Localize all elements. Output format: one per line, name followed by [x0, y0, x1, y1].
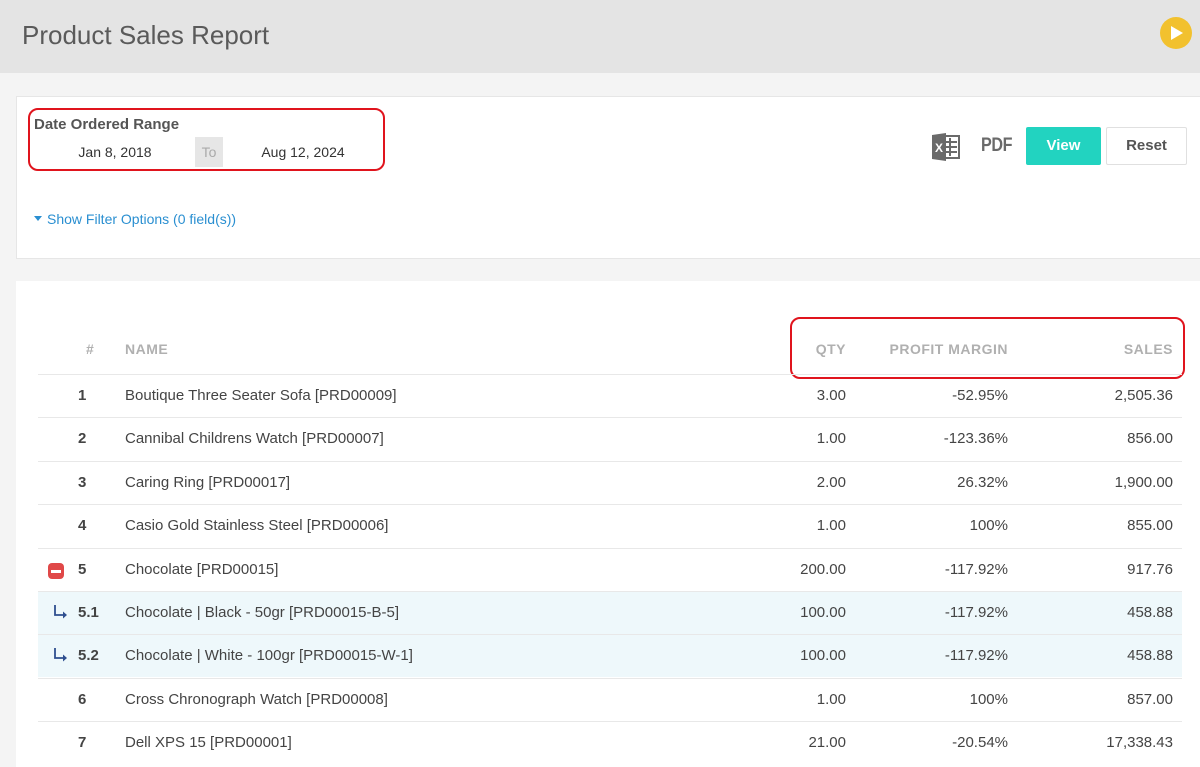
product-profit-margin: -117.92%	[944, 647, 1008, 664]
column-header-sales[interactable]: SALES	[1040, 341, 1173, 357]
table-row: 2 Cannibal Childrens Watch [PRD00007] 1.…	[38, 417, 1182, 460]
product-qty: 1.00	[816, 517, 846, 534]
row-number: 5.1	[78, 604, 99, 621]
product-qty: 100.00	[800, 604, 846, 621]
column-header-name[interactable]: NAME	[125, 341, 168, 357]
pdf-export-button[interactable]: PDF	[981, 135, 1012, 157]
product-profit-margin: -52.95%	[952, 387, 1008, 404]
table-row-variant: 5.2 Chocolate | White - 100gr [PRD00015-…	[38, 634, 1182, 677]
product-qty: 2.00	[816, 474, 846, 491]
row-number: 5.2	[78, 647, 99, 664]
product-qty: 1.00	[816, 430, 846, 447]
product-sales: 17,338.43	[1106, 734, 1173, 751]
table-row: 4 Casio Gold Stainless Steel [PRD00006] …	[38, 504, 1182, 547]
column-header-profit-margin[interactable]: PROFIT MARGIN	[860, 341, 1008, 357]
caret-down-icon	[34, 215, 42, 221]
product-profit-margin: 100%	[969, 691, 1008, 708]
reset-button[interactable]: Reset	[1106, 127, 1187, 165]
excel-icon[interactable]: X	[931, 133, 961, 161]
date-to-separator: To	[195, 137, 223, 167]
sub-item-arrow-icon	[54, 605, 67, 619]
show-filter-options-label: Show Filter Options (0 field(s))	[47, 211, 237, 227]
date-to-field[interactable]: Aug 12, 2024	[228, 137, 378, 167]
table-row: 3 Caring Ring [PRD00017] 2.00 26.32% 1,9…	[38, 461, 1182, 504]
product-profit-margin: 100%	[969, 517, 1008, 534]
product-profit-margin: -20.54%	[952, 734, 1008, 751]
product-qty: 200.00	[800, 561, 846, 578]
product-qty: 1.00	[816, 691, 846, 708]
row-number: 1	[78, 387, 87, 404]
table-row-expanded: 5 Chocolate [PRD00015] 200.00 -117.92% 9…	[38, 548, 1182, 591]
row-number: 2	[78, 430, 87, 447]
product-name: Casio Gold Stainless Steel [PRD00006]	[125, 517, 389, 534]
table-row: 6 Cross Chronograph Watch [PRD00008] 1.0…	[38, 678, 1182, 721]
product-name: Chocolate | White - 100gr [PRD00015-W-1]	[125, 647, 413, 664]
product-name: Caring Ring [PRD00017]	[125, 474, 291, 491]
product-sales: 857.00	[1127, 691, 1173, 708]
product-profit-margin: 26.32%	[957, 474, 1008, 491]
collapse-row-icon[interactable]	[48, 563, 64, 579]
product-name: Boutique Three Seater Sofa [PRD00009]	[125, 387, 397, 404]
product-qty: 21.00	[808, 734, 846, 751]
svg-text:X: X	[935, 141, 943, 155]
date-from-field[interactable]: Jan 8, 2018	[40, 137, 190, 167]
product-profit-margin: -117.92%	[944, 561, 1008, 578]
product-profit-margin: -123.36%	[943, 430, 1008, 447]
page-title: Product Sales Report	[22, 20, 270, 50]
product-name: Chocolate | Black - 50gr [PRD00015-B-5]	[125, 604, 400, 621]
show-filter-options-link[interactable]: Show Filter Options (0 field(s))	[34, 211, 236, 227]
play-icon	[1171, 26, 1183, 40]
date-range-label: Date Ordered Range	[34, 116, 180, 133]
product-name: Chocolate [PRD00015]	[125, 561, 279, 578]
product-sales: 1,900.00	[1114, 474, 1173, 491]
play-button[interactable]	[1160, 17, 1192, 49]
product-sales: 917.76	[1127, 561, 1173, 578]
product-sales: 2,505.36	[1114, 387, 1173, 404]
product-sales: 855.00	[1127, 517, 1173, 534]
product-name: Cannibal Childrens Watch [PRD00007]	[125, 430, 384, 447]
row-number: 3	[78, 474, 87, 491]
product-sales: 458.88	[1127, 604, 1173, 621]
product-sales: 856.00	[1127, 430, 1173, 447]
product-name: Cross Chronograph Watch [PRD00008]	[125, 691, 388, 708]
row-number: 6	[78, 691, 87, 708]
product-profit-margin: -117.92%	[944, 604, 1008, 621]
row-number: 5	[78, 561, 87, 578]
row-number: 4	[78, 517, 87, 534]
column-header-number: #	[86, 341, 95, 357]
column-header-qty[interactable]: QTY	[760, 341, 846, 357]
product-name: Dell XPS 15 [PRD00001]	[125, 734, 292, 751]
table-row: 1 Boutique Three Seater Sofa [PRD00009] …	[38, 374, 1182, 417]
product-qty: 100.00	[800, 647, 846, 664]
product-sales: 458.88	[1127, 647, 1173, 664]
row-number: 7	[78, 734, 87, 751]
view-button[interactable]: View	[1026, 127, 1101, 165]
table-row: 7 Dell XPS 15 [PRD00001] 21.00 -20.54% 1…	[38, 721, 1182, 764]
sub-item-arrow-icon	[54, 648, 67, 662]
table-row-variant: 5.1 Chocolate | Black - 50gr [PRD00015-B…	[38, 591, 1182, 634]
product-qty: 3.00	[816, 387, 846, 404]
